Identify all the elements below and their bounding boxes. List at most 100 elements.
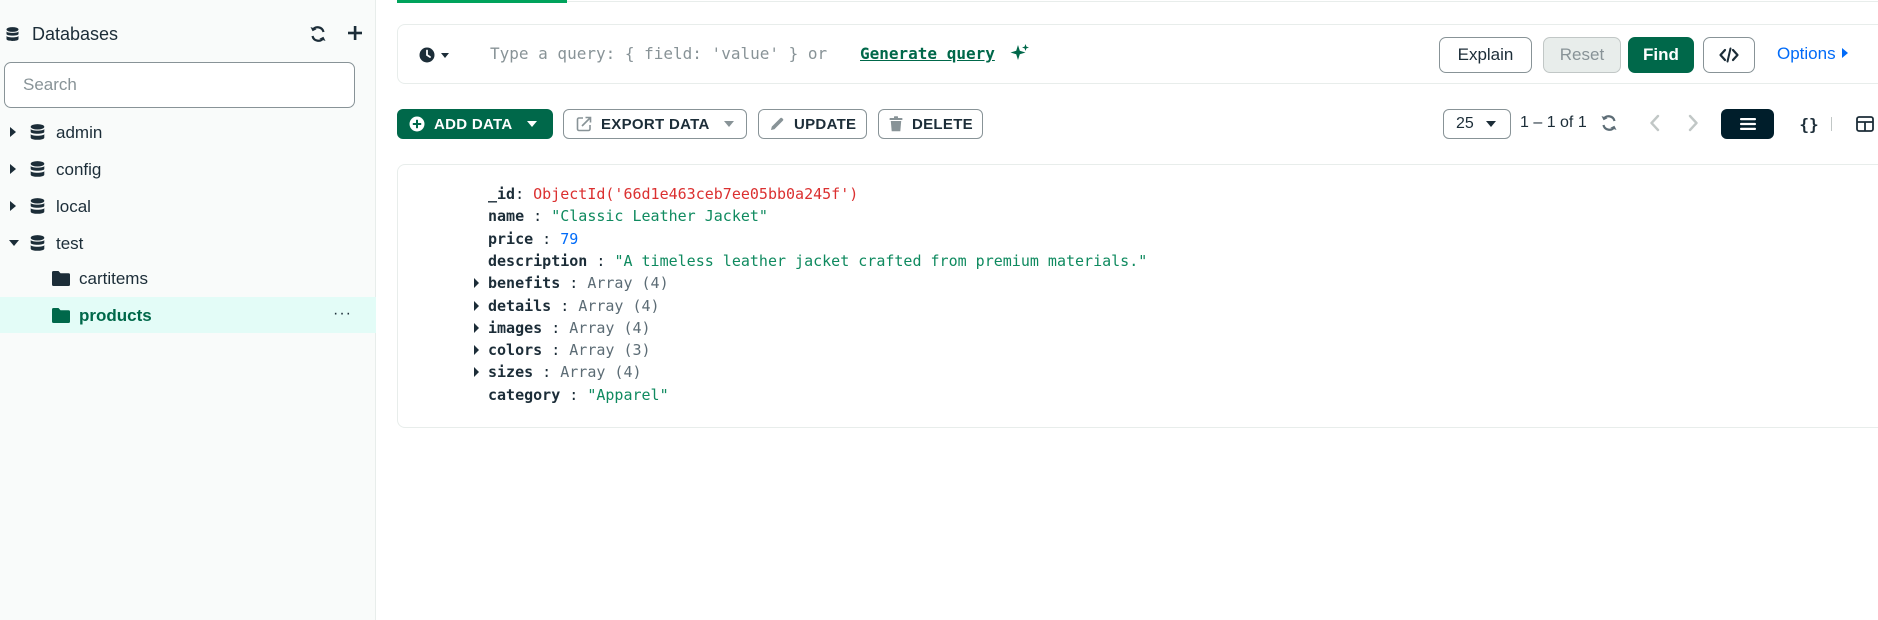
list-view-button[interactable] [1721,109,1774,139]
database-label: config [56,160,102,179]
database-label: local [56,197,91,216]
divider [1831,117,1832,131]
sidebar-header: Databases [0,20,376,48]
add-database-icon[interactable] [344,22,366,44]
query-history-button[interactable] [418,45,458,65]
caret-down-icon[interactable] [9,240,19,246]
chevron-left-icon[interactable] [1648,113,1662,138]
field-separator: : [533,229,561,248]
sidebar-item-admin[interactable]: admin [0,114,376,150]
field-key: sizes [488,363,534,382]
sidebar-item-cartitems[interactable]: cartitems [0,260,376,296]
field-separator: : [542,341,570,360]
database-icon [30,124,45,146]
database-label: admin [56,123,103,142]
field-separator: : [515,185,534,203]
database-icon [30,235,45,257]
field-value: Array (4) [587,274,669,293]
export-icon [576,116,592,132]
page-size-select[interactable]: 25 [1443,109,1511,139]
update-button[interactable]: UPDATE [758,109,867,139]
delete-button[interactable]: DELETE [878,109,983,139]
chevron-down-icon [1485,121,1496,127]
plus-circle-icon [409,116,425,132]
document-field-name: name : "Classic Leather Jacket" [488,207,768,229]
folder-icon [52,308,70,328]
generate-query-link[interactable]: Generate query [860,44,995,63]
document-field-benefits[interactable]: benefits : Array (4) [474,274,669,296]
document-field-images[interactable]: images : Array (4) [474,318,651,341]
database-icon [30,161,45,183]
document-field-price: price : 79 [488,230,578,252]
sidebar-item-local[interactable]: local [0,188,376,224]
sidebar-search-input[interactable] [4,62,355,108]
explain-button[interactable]: Explain [1439,37,1532,73]
refresh-documents-icon[interactable] [1599,113,1619,138]
field-key: description [488,251,588,270]
sidebar-item-test[interactable]: test [0,225,376,261]
field-key: benefits [488,274,561,293]
sidebar-item-products[interactable]: products ··· [0,297,376,333]
query-bar: Type a query: { field: 'value' } or Gene… [397,24,1878,84]
find-button[interactable]: Find [1628,37,1694,73]
active-tab-indicator [397,0,567,3]
json-view-button[interactable]: {} [1789,109,1829,139]
view-toggle-group: {} [1721,109,1878,139]
caret-right-icon[interactable] [10,201,16,211]
collection-label: products [79,306,152,325]
caret-right-icon[interactable] [10,164,16,174]
chevron-right-icon[interactable] [1686,113,1700,138]
document-field-details[interactable]: details : Array (4) [474,296,660,319]
page-size-value: 25 [1456,115,1474,132]
document-field-sizes[interactable]: sizes : Array (4) [474,363,642,385]
code-icon [1719,47,1739,63]
query-input[interactable]: Type a query: { field: 'value' } or [490,44,827,63]
trash-icon [889,116,903,132]
field-key: details [488,296,552,315]
database-icon [30,198,45,220]
field-separator: : [560,274,588,293]
sparkle-icon [1010,43,1030,68]
field-value: 79 [560,229,579,248]
export-data-button[interactable]: EXPORT DATA [563,109,747,139]
field-separator: : [551,296,579,315]
field-value: "Apparel" [587,385,669,404]
collection-label: cartitems [79,269,148,288]
caret-right-icon[interactable] [474,345,479,356]
document-field-description: description : "A timeless leather jacket… [488,252,1147,274]
add-data-button[interactable]: ADD DATA [397,109,553,139]
update-label: UPDATE [794,115,857,133]
options-label: Options [1777,44,1836,63]
chevron-down-icon [723,121,734,127]
sidebar-item-config[interactable]: config [0,151,376,187]
caret-right-icon[interactable] [474,278,479,289]
field-key: images [488,318,543,337]
caret-right-icon[interactable] [474,300,479,311]
field-value: Array (4) [569,318,651,337]
field-key: price [488,229,534,248]
more-options-button[interactable]: ··· [333,305,352,323]
field-separator: : [533,363,561,382]
field-separator: : [524,207,552,226]
pencil-icon [769,116,785,132]
field-value: "Classic Leather Jacket" [551,207,768,226]
open-code-button[interactable] [1703,37,1755,73]
sidebar-title: Databases [32,24,119,44]
field-value: Array (3) [569,341,651,360]
refresh-icon[interactable] [308,24,328,44]
field-value: Array (4) [560,363,642,382]
caret-right-icon[interactable] [474,322,479,333]
options-link[interactable]: Options [1777,44,1848,64]
caret-right-icon[interactable] [10,127,16,137]
document-field-colors[interactable]: colors : Array (3) [474,341,651,363]
field-separator: : [542,318,570,337]
table-view-button[interactable] [1845,109,1878,139]
document-card: _id: ObjectId('66d1e463ceb7ee05bb0a245f'… [397,164,1878,428]
field-key: category [488,385,561,404]
document-field-category: category : "Apparel" [488,386,669,408]
reset-button[interactable]: Reset [1543,37,1621,73]
delete-label: DELETE [912,115,973,133]
chevron-down-icon [526,121,537,127]
caret-right-icon[interactable] [474,367,479,378]
field-key: name [488,207,525,226]
